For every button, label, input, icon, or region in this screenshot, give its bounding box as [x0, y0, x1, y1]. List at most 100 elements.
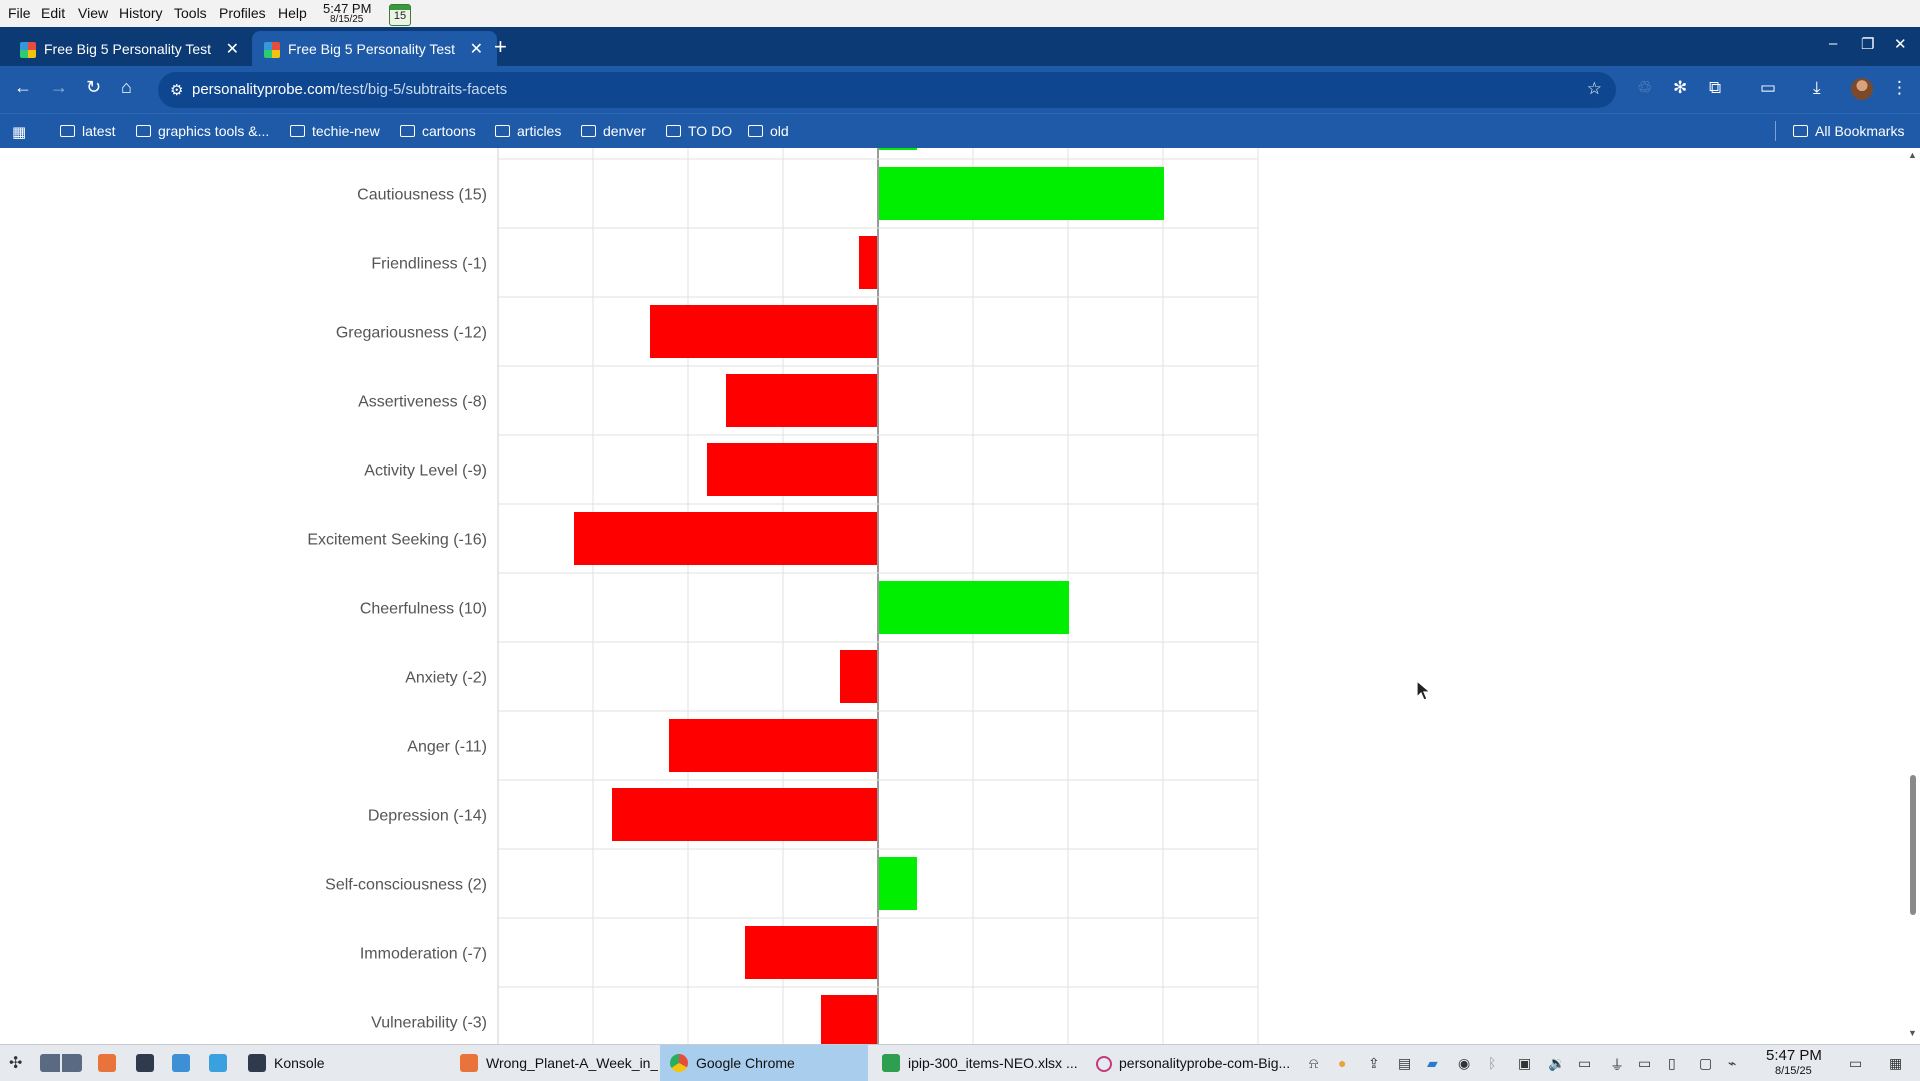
- task-label: Wrong_Planet-A_Week_in_...: [486, 1055, 658, 1071]
- folder-icon: [748, 125, 763, 137]
- bookmark-folder-graphics-tools[interactable]: graphics tools &...: [136, 123, 269, 139]
- app-launcher-icon[interactable]: ✣: [9, 1053, 22, 1073]
- menu-tools[interactable]: Tools: [174, 5, 207, 21]
- recycle-icon[interactable]: ♲: [1637, 78, 1652, 98]
- terminal-launcher-icon[interactable]: [136, 1054, 154, 1072]
- extensions-puzzle-icon[interactable]: ⧉: [1709, 78, 1721, 98]
- bookmark-folder-articles[interactable]: articles: [495, 123, 561, 139]
- usb-icon[interactable]: ⏚: [1610, 1055, 1624, 1075]
- bookmark-folder-techie-new[interactable]: techie-new: [290, 123, 380, 139]
- scrollbar-thumb[interactable]: [1910, 775, 1916, 915]
- chat-icon[interactable]: ▰: [1427, 1055, 1438, 1072]
- url-text[interactable]: personalityprobe.com/test/big-5/subtrait…: [192, 81, 507, 98]
- file-manager-icon[interactable]: [209, 1054, 227, 1072]
- taskbar-clock-time[interactable]: 5:47 PM: [1766, 1047, 1822, 1064]
- bookmark-label: latest: [82, 123, 116, 139]
- show-desktop-icon[interactable]: ▭: [1849, 1055, 1862, 1072]
- new-tab-plus-icon[interactable]: +: [494, 34, 507, 60]
- menu-history[interactable]: History: [119, 5, 163, 21]
- task-google-chrome[interactable]: Google Chrome: [660, 1045, 868, 1081]
- apps-grid-icon[interactable]: ▦: [12, 123, 26, 141]
- tab-personality-test-2[interactable]: Free Big 5 Personality Test ✕: [252, 31, 497, 66]
- bookmark-label: TO DO: [688, 123, 733, 139]
- vault-icon[interactable]: ▣: [1518, 1055, 1531, 1072]
- close-tab-icon[interactable]: ✕: [226, 39, 239, 59]
- bookmark-label: old: [770, 123, 789, 139]
- clipboard-icon[interactable]: ▤: [1398, 1055, 1411, 1072]
- all-bookmarks-button[interactable]: All Bookmarks: [1793, 123, 1904, 139]
- bookmark-star-icon[interactable]: ☆: [1587, 79, 1602, 99]
- url-path: /test/big-5/subtraits-facets: [335, 81, 508, 98]
- launcher-3-icon[interactable]: [172, 1054, 190, 1072]
- calendar-icon[interactable]: 15: [389, 4, 411, 26]
- notifications-bell-icon[interactable]: ⍾: [1309, 1055, 1318, 1072]
- pager-workspaces-icon[interactable]: [40, 1054, 82, 1072]
- window-close-icon[interactable]: ✕: [1894, 35, 1907, 53]
- taskbar-clock-date[interactable]: 8/15/25: [1775, 1065, 1812, 1077]
- category-label: Friendliness (-1): [371, 256, 487, 273]
- task-konsole[interactable]: Konsole: [238, 1045, 446, 1081]
- menu-file[interactable]: File: [8, 5, 31, 21]
- bookmark-label: articles: [517, 123, 562, 139]
- keyboard-layout-icon[interactable]: ▢: [1699, 1055, 1712, 1072]
- bookmark-folder-old[interactable]: old: [748, 123, 789, 139]
- address-bar[interactable]: ⚙ personalityprobe.com/test/big-5/subtra…: [158, 72, 1616, 108]
- close-tab-icon[interactable]: ✕: [470, 39, 483, 59]
- bookmark-label: cartoons: [422, 123, 476, 139]
- menu-help[interactable]: Help: [278, 5, 307, 21]
- extension-gear-icon[interactable]: ✻: [1673, 78, 1687, 98]
- menu-view[interactable]: View: [78, 5, 108, 21]
- page-content: Cautiousness (15) Friendliness (-1) Gregar…: [0, 148, 1906, 1044]
- profile-avatar[interactable]: [1851, 78, 1873, 100]
- download-icon[interactable]: ⤓: [1813, 78, 1821, 98]
- bar-friendliness: [859, 236, 877, 289]
- puzzle-favicon-icon: [264, 42, 280, 58]
- viewer-icon: [1096, 1056, 1112, 1072]
- restore-icon[interactable]: ❐: [1861, 35, 1874, 53]
- bar-partial-above: [879, 148, 917, 150]
- site-settings-icon[interactable]: ⚙: [170, 81, 183, 99]
- device-icon[interactable]: ▯: [1668, 1055, 1676, 1072]
- updates-icon[interactable]: ●: [1338, 1055, 1346, 1071]
- calculator-icon[interactable]: ▦: [1889, 1055, 1902, 1072]
- upload-icon[interactable]: ⇪: [1368, 1055, 1380, 1072]
- bluetooth-icon[interactable]: ᛒ: [1488, 1055, 1496, 1071]
- bookmark-label: graphics tools &...: [158, 123, 270, 139]
- minimize-icon[interactable]: –: [1829, 35, 1837, 52]
- scroll-down-arrow-icon[interactable]: ▼: [1908, 1028, 1917, 1038]
- bookmark-folder-denver[interactable]: denver: [581, 123, 646, 139]
- browser-toolbar: ← → ↻ ⌂ ⚙ personalityprobe.com/test/big-…: [0, 66, 1920, 113]
- tab-strip: Free Big 5 Personality Test ✕ Free Big 5…: [0, 27, 1920, 66]
- reading-mode-icon[interactable]: ▭: [1760, 78, 1776, 98]
- bookmark-folder-latest[interactable]: latest: [60, 123, 115, 139]
- page-scrollbar[interactable]: ▲ ▼: [1906, 148, 1920, 1044]
- scroll-up-arrow-icon[interactable]: ▲: [1908, 150, 1917, 160]
- more-menu-icon[interactable]: ⋮: [1891, 78, 1908, 98]
- task-personalityprobe-pdf[interactable]: personalityprobe-com-Big...: [1083, 1045, 1291, 1081]
- spreadsheet-icon: [882, 1054, 900, 1072]
- launcher-1-icon[interactable]: [98, 1054, 116, 1072]
- task-wrong-planet[interactable]: Wrong_Planet-A_Week_in_...: [450, 1045, 658, 1081]
- media-stop-icon[interactable]: ◉: [1458, 1055, 1470, 1072]
- folder-icon: [581, 125, 596, 137]
- bar-self-consciousness: [879, 857, 917, 910]
- back-arrow-icon[interactable]: ←: [14, 77, 32, 98]
- tab-personality-test-1[interactable]: Free Big 5 Personality Test ✕: [8, 31, 253, 66]
- reload-icon[interactable]: ↻: [86, 77, 101, 98]
- home-icon[interactable]: ⌂: [121, 77, 132, 98]
- bookmark-folder-todo[interactable]: TO DO: [666, 123, 732, 139]
- battery-icon[interactable]: ▭: [1578, 1055, 1591, 1072]
- bar-assertiveness: [726, 374, 877, 427]
- network-icon[interactable]: ⌁: [1728, 1055, 1736, 1072]
- folder-icon: [1793, 125, 1808, 137]
- menu-edit[interactable]: Edit: [41, 5, 65, 21]
- task-label: Google Chrome: [696, 1055, 795, 1071]
- display-icon[interactable]: ▭: [1638, 1055, 1651, 1072]
- bookmark-label: All Bookmarks: [1815, 123, 1905, 139]
- menu-profiles[interactable]: Profiles: [219, 5, 266, 21]
- task-label: Konsole: [274, 1055, 325, 1071]
- forward-arrow-icon[interactable]: →: [50, 77, 68, 98]
- bookmark-folder-cartoons[interactable]: cartoons: [400, 123, 476, 139]
- task-ipip-spreadsheet[interactable]: ipip-300_items-NEO.xlsx ...: [872, 1045, 1080, 1081]
- volume-icon[interactable]: 🔉: [1548, 1055, 1565, 1072]
